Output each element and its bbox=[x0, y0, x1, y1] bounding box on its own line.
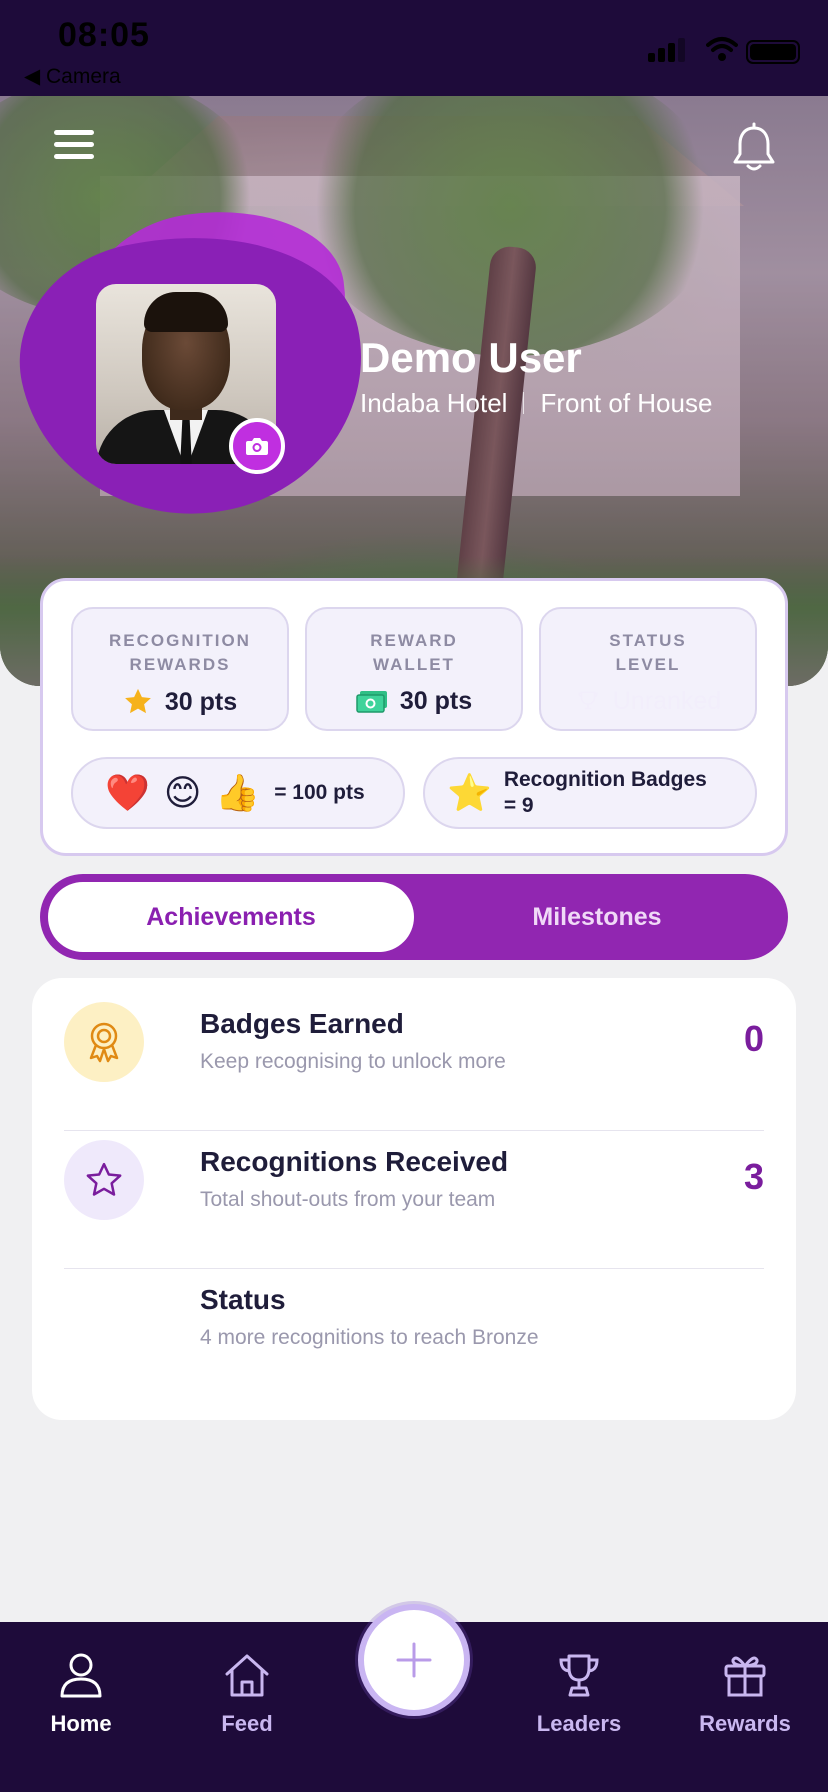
status-icons bbox=[628, 36, 828, 66]
recognition-points: 30 pts bbox=[164, 687, 238, 716]
heart-icon: ❤️ bbox=[105, 772, 150, 813]
user-affiliation: Indaba Hotel Front of House bbox=[360, 388, 712, 419]
tile-label: RECOGNITION bbox=[109, 631, 251, 650]
wallet-points: 30 pts bbox=[399, 687, 473, 715]
nav-label: Leaders bbox=[536, 1711, 622, 1736]
reaction-points-pill[interactable]: ❤️ 😊 👍 = 100 pts bbox=[71, 757, 405, 829]
tile-label: STATUS bbox=[609, 631, 687, 650]
badges-earned-count: 0 bbox=[743, 1018, 764, 1059]
row-subtitle: Total shout-outs from your team bbox=[200, 1188, 496, 1211]
status-level-value: Unranked bbox=[612, 687, 722, 715]
reward-wallet-tile[interactable]: REWARD WALLET 30 pts bbox=[305, 607, 523, 731]
separator bbox=[523, 392, 525, 414]
tile-label: LEVEL bbox=[615, 655, 681, 674]
star-icon bbox=[124, 688, 151, 714]
bell-icon[interactable] bbox=[730, 122, 778, 174]
menu-icon[interactable] bbox=[54, 130, 94, 162]
wifi-icon bbox=[706, 37, 738, 61]
list-item-recognitions-received[interactable]: Recognitions Received Total shout-outs f… bbox=[64, 1116, 764, 1254]
row-title: Status bbox=[200, 1284, 286, 1315]
badges-label: Recognition Badges bbox=[503, 768, 707, 791]
battery-icon bbox=[746, 40, 800, 64]
tab-milestones[interactable]: Milestones bbox=[414, 882, 780, 952]
award-ribbon-icon bbox=[64, 1002, 144, 1082]
recognitions-received-count: 3 bbox=[743, 1156, 764, 1197]
nav-rewards[interactable]: Rewards bbox=[680, 1652, 810, 1762]
status-time: 08:05 bbox=[58, 16, 150, 54]
star-icon: ⭐ bbox=[447, 772, 492, 813]
achievements-milestones-toggle: Achievements Milestones bbox=[40, 874, 788, 960]
tab-achievements[interactable]: Achievements bbox=[48, 882, 414, 952]
camera-icon bbox=[246, 438, 268, 455]
user-icon bbox=[60, 1653, 102, 1698]
nav-label: Home bbox=[50, 1711, 112, 1736]
nav-feed[interactable]: Feed bbox=[182, 1652, 312, 1762]
row-subtitle: 4 more recognitions to reach Bronze bbox=[200, 1326, 539, 1349]
gift-icon bbox=[724, 1656, 766, 1697]
recognition-badges-pill[interactable]: ⭐ Recognition Badges = 9 bbox=[423, 757, 757, 829]
change-photo-button[interactable] bbox=[229, 418, 285, 474]
recognition-rewards-tile[interactable]: RECOGNITION REWARDS 30 pts bbox=[71, 607, 289, 731]
tile-label: REWARDS bbox=[129, 655, 231, 674]
nav-label: Rewards bbox=[699, 1711, 791, 1736]
add-recognition-button[interactable] bbox=[358, 1604, 470, 1716]
star-outline-icon bbox=[64, 1140, 144, 1220]
stats-card: RECOGNITION REWARDS 30 pts REWARD WALLET… bbox=[40, 578, 788, 856]
trophy-icon bbox=[559, 1654, 599, 1697]
status-level-tile[interactable]: STATUS LEVEL Unranked bbox=[539, 607, 757, 731]
thumbs-up-icon: 👍 bbox=[215, 772, 261, 813]
department-name: Front of House bbox=[540, 388, 713, 418]
home-icon bbox=[225, 1654, 269, 1697]
nav-label: Feed bbox=[221, 1711, 273, 1736]
smile-icon: 😊 bbox=[163, 772, 202, 813]
back-to-camera-link[interactable]: ◀ Camera bbox=[24, 64, 121, 89]
row-title: Recognitions Received bbox=[200, 1146, 509, 1177]
signal-icon bbox=[648, 36, 692, 62]
user-name: Demo User bbox=[360, 334, 582, 381]
achievements-list: Badges Earned Keep recognising to unlock… bbox=[32, 978, 796, 1420]
nav-home[interactable]: Home bbox=[16, 1652, 146, 1762]
row-subtitle: Keep recognising to unlock more bbox=[200, 1050, 506, 1073]
reaction-points-text: = 100 pts bbox=[274, 781, 365, 804]
badges-count: = 9 bbox=[503, 794, 534, 817]
row-title: Badges Earned bbox=[200, 1008, 404, 1039]
property-name: Indaba Hotel bbox=[360, 388, 508, 418]
list-item-badges-earned[interactable]: Badges Earned Keep recognising to unlock… bbox=[64, 978, 764, 1116]
nav-leaders[interactable]: Leaders bbox=[514, 1652, 644, 1762]
tile-label: WALLET bbox=[373, 655, 455, 674]
cash-icon bbox=[356, 690, 387, 713]
list-item-status[interactable]: Status 4 more recognitions to reach Bron… bbox=[64, 1254, 764, 1392]
tile-label: REWARD bbox=[370, 631, 458, 650]
plus-icon bbox=[396, 1642, 432, 1678]
trophy-icon bbox=[578, 690, 598, 709]
status-bar: 08:05 ◀ Camera bbox=[0, 0, 828, 96]
